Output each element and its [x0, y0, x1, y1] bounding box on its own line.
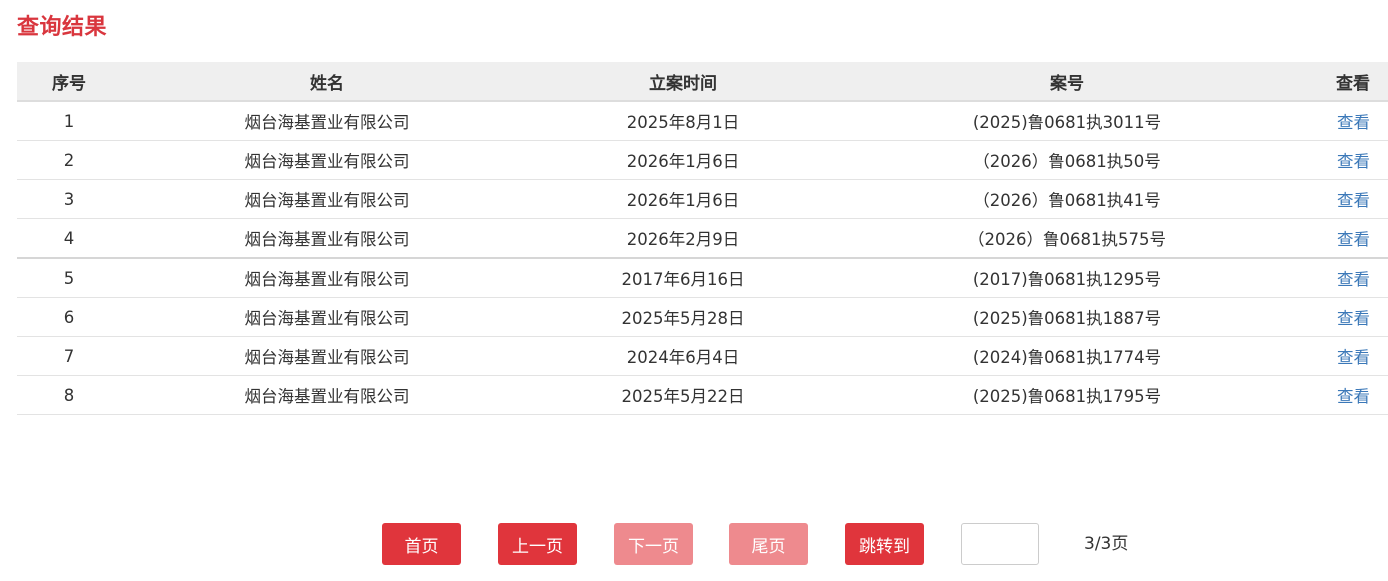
cell-index: 6: [17, 297, 121, 337]
cell-name: 烟台海基置业有限公司: [121, 179, 533, 219]
header-date: 立案时间: [533, 62, 833, 102]
cell-date: 2025年8月1日: [533, 101, 833, 141]
cell-case-no: (2024)鲁0681执1774号: [833, 336, 1301, 376]
table-body: 1 烟台海基置业有限公司 2025年8月1日 (2025)鲁0681执3011号…: [17, 101, 1388, 415]
cell-view: 查看: [1301, 179, 1388, 219]
table-row: 1 烟台海基置业有限公司 2025年8月1日 (2025)鲁0681执3011号…: [17, 101, 1388, 141]
table-row: 5 烟台海基置业有限公司 2017年6月16日 (2017)鲁0681执1295…: [17, 258, 1388, 298]
cell-view: 查看: [1301, 140, 1388, 180]
first-page-button[interactable]: 首页: [382, 523, 461, 565]
last-page-button[interactable]: 尾页: [729, 523, 808, 565]
cell-case-no: (2025)鲁0681执1887号: [833, 297, 1301, 337]
view-link[interactable]: 查看: [1337, 152, 1370, 171]
page-title: 查询结果: [17, 15, 108, 40]
jump-page-input[interactable]: [961, 523, 1039, 565]
cell-date: 2026年1月6日: [533, 179, 833, 219]
cell-date: 2024年6月4日: [533, 336, 833, 376]
results-table: 序号 姓名 立案时间 案号 查看 1 烟台海基置业有限公司 2025年8月1日 …: [17, 62, 1388, 415]
cell-view: 查看: [1301, 218, 1388, 259]
cell-index: 5: [17, 258, 121, 298]
cell-case-no: (2025)鲁0681执1795号: [833, 375, 1301, 415]
cell-view: 查看: [1301, 101, 1388, 141]
view-link[interactable]: 查看: [1337, 387, 1370, 406]
cell-index: 7: [17, 336, 121, 376]
table-row: 2 烟台海基置业有限公司 2026年1月6日 （2026）鲁0681执50号 查…: [17, 140, 1388, 180]
cell-view: 查看: [1301, 297, 1388, 337]
cell-case-no: （2026）鲁0681执41号: [833, 179, 1301, 219]
cell-name: 烟台海基置业有限公司: [121, 140, 533, 180]
table-row: 8 烟台海基置业有限公司 2025年5月22日 (2025)鲁0681执1795…: [17, 375, 1388, 415]
cell-index: 3: [17, 179, 121, 219]
cell-index: 2: [17, 140, 121, 180]
header-row: 序号 姓名 立案时间 案号 查看: [17, 62, 1388, 102]
header-case-no: 案号: [833, 62, 1301, 102]
cell-name: 烟台海基置业有限公司: [121, 336, 533, 376]
cell-name: 烟台海基置业有限公司: [121, 101, 533, 141]
table-row: 6 烟台海基置业有限公司 2025年5月28日 (2025)鲁0681执1887…: [17, 297, 1388, 337]
header-name: 姓名: [121, 62, 533, 102]
view-link[interactable]: 查看: [1337, 113, 1370, 132]
cell-date: 2026年1月6日: [533, 140, 833, 180]
cell-name: 烟台海基置业有限公司: [121, 218, 533, 259]
table-header: 序号 姓名 立案时间 案号 查看: [17, 62, 1388, 102]
cell-name: 烟台海基置业有限公司: [121, 258, 533, 298]
cell-name: 烟台海基置业有限公司: [121, 375, 533, 415]
cell-case-no: (2017)鲁0681执1295号: [833, 258, 1301, 298]
cell-index: 1: [17, 101, 121, 141]
cell-date: 2025年5月22日: [533, 375, 833, 415]
cell-view: 查看: [1301, 375, 1388, 415]
header-index: 序号: [17, 62, 121, 102]
table-row: 3 烟台海基置业有限公司 2026年1月6日 （2026）鲁0681执41号 查…: [17, 179, 1388, 219]
view-link[interactable]: 查看: [1337, 348, 1370, 367]
cell-case-no: （2026）鲁0681执575号: [833, 218, 1301, 259]
cell-index: 4: [17, 218, 121, 259]
jump-to-button[interactable]: 跳转到: [845, 523, 924, 565]
cell-date: 2026年2月9日: [533, 218, 833, 259]
page-info: 3/3页: [1084, 534, 1129, 554]
view-link[interactable]: 查看: [1337, 270, 1370, 289]
prev-page-button[interactable]: 上一页: [498, 523, 577, 565]
table-row: 7 烟台海基置业有限公司 2024年6月4日 (2024)鲁0681执1774号…: [17, 336, 1388, 376]
header-view: 查看: [1301, 62, 1388, 102]
table-row: 4 烟台海基置业有限公司 2026年2月9日 （2026）鲁0681执575号 …: [17, 218, 1388, 259]
view-link[interactable]: 查看: [1337, 309, 1370, 328]
next-page-button[interactable]: 下一页: [614, 523, 693, 565]
cell-view: 查看: [1301, 258, 1388, 298]
cell-view: 查看: [1301, 336, 1388, 376]
cell-date: 2025年5月28日: [533, 297, 833, 337]
cell-case-no: （2026）鲁0681执50号: [833, 140, 1301, 180]
cell-name: 烟台海基置业有限公司: [121, 297, 533, 337]
view-link[interactable]: 查看: [1337, 191, 1370, 210]
view-link[interactable]: 查看: [1337, 230, 1370, 249]
cell-index: 8: [17, 375, 121, 415]
cell-case-no: (2025)鲁0681执3011号: [833, 101, 1301, 141]
cell-date: 2017年6月16日: [533, 258, 833, 298]
